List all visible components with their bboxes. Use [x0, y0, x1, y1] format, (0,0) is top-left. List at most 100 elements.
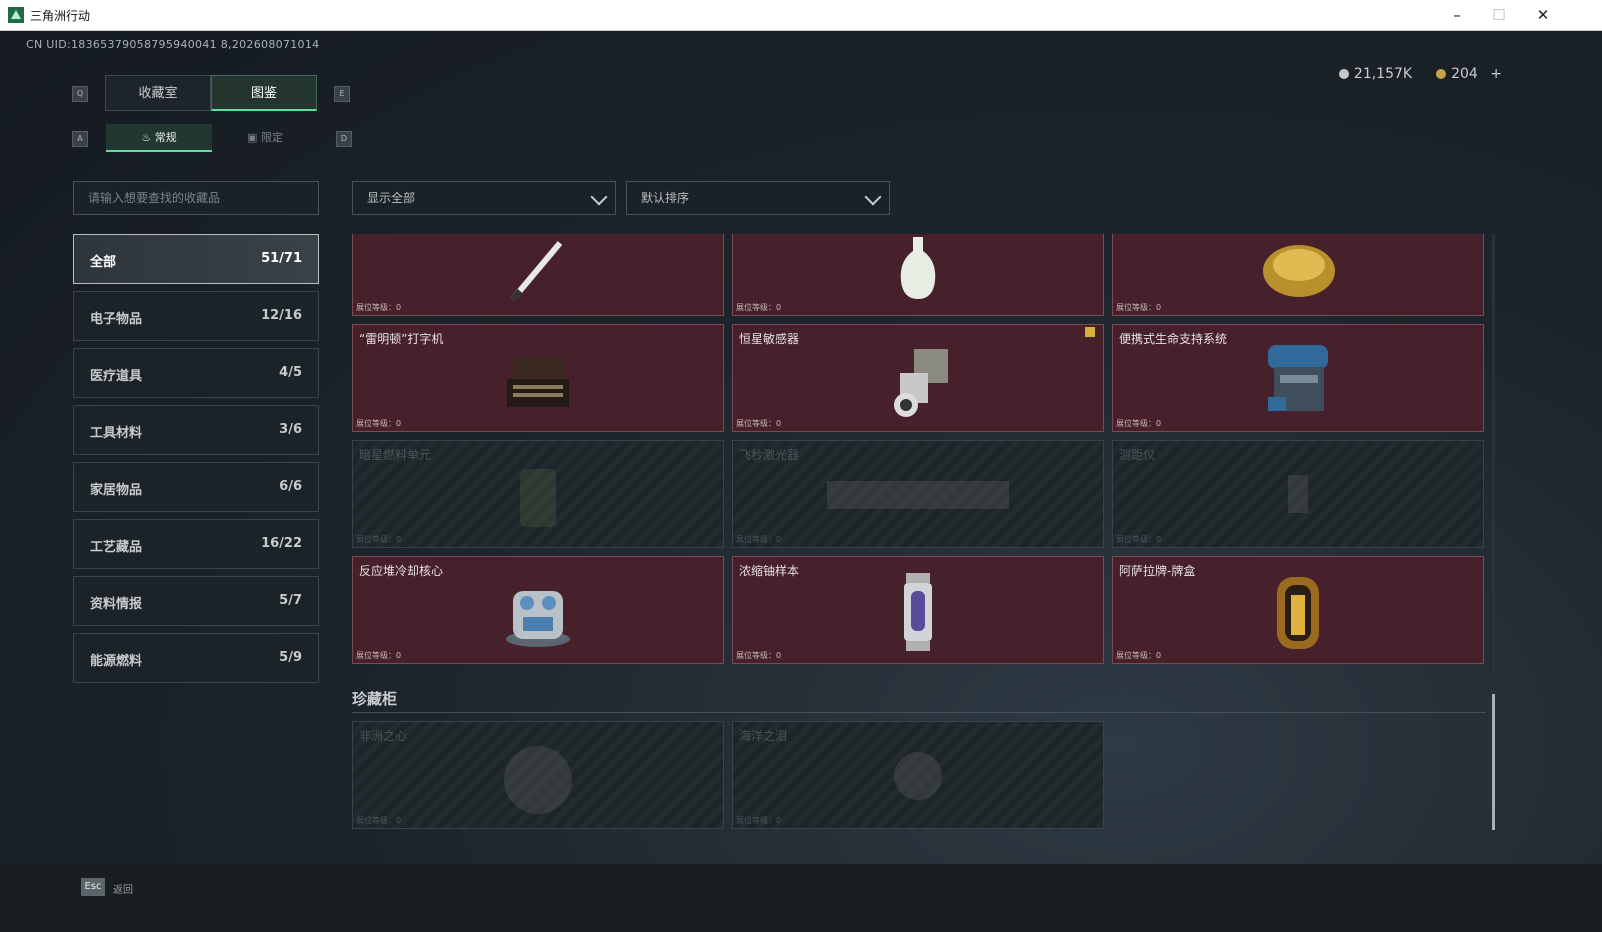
gold-amount: 204 — [1451, 66, 1478, 82]
key-hint-e: E — [334, 86, 350, 102]
bottle-icon: ♨ — [141, 131, 152, 144]
category-crafts[interactable]: 工艺藏品 16/22 — [73, 519, 319, 569]
subtab-regular-label: 常规 — [154, 131, 177, 144]
booth-level: 展位等级：0 — [356, 535, 402, 544]
booth-level: 展位等级：0 — [356, 419, 402, 428]
currency-bar: 21,157K 204 + — [1338, 66, 1502, 82]
booth-level: 展位等级：0 — [736, 816, 782, 825]
category-count: 5/9 — [279, 650, 302, 665]
booth-level: 展位等级：0 — [356, 816, 402, 825]
card-name: 飞秒激光器 — [739, 448, 800, 462]
category-count: 5/7 — [279, 593, 302, 608]
category-household[interactable]: 家居物品 6/6 — [73, 462, 319, 512]
category-count: 16/22 — [261, 536, 302, 551]
app-logo-icon — [8, 7, 24, 23]
booth-level: 展位等级：0 — [356, 303, 402, 312]
card-box-icon — [1277, 577, 1319, 649]
collection-card[interactable]: 展位等级：0 — [352, 234, 724, 316]
scrollbar-thumb[interactable] — [1492, 694, 1495, 830]
treasure-card-locked[interactable]: 非洲之心 展位等级：0 — [352, 721, 724, 829]
star-sensor-icon — [894, 349, 948, 417]
search-input[interactable]: 请输入想要查找的收藏品 — [73, 181, 319, 215]
silver-coin-icon — [1338, 69, 1349, 79]
treasure-card-locked[interactable]: 海洋之泪 展位等级：0 — [732, 721, 1104, 829]
collection-card[interactable]: 便携式生命支持系统 展位等级：0 — [1112, 324, 1484, 432]
sort-dropdown[interactable]: 默认排序 — [626, 181, 890, 215]
collection-card-locked[interactable]: 飞秒激光器 展位等级：0 — [732, 440, 1104, 548]
chevron-down-icon — [590, 188, 608, 206]
category-intel[interactable]: 资料情报 5/7 — [73, 576, 319, 626]
category-label: 医疗道具 — [90, 369, 143, 384]
tab-codex[interactable]: 图鉴 — [211, 75, 317, 111]
tab-collection-room[interactable]: 收藏室 — [105, 75, 211, 111]
collection-grid: 展位等级：0 展位等级：0 展位等级：0 “雷明顿”打字机 展位等级：0 恒星敏… — [352, 234, 1486, 830]
card-name: 阿萨拉牌-牌盒 — [1119, 564, 1196, 578]
category-tools[interactable]: 工具材料 3/6 — [73, 405, 319, 455]
rangefinder-icon — [1288, 475, 1308, 513]
category-electronics[interactable]: 电子物品 12/16 — [73, 291, 319, 341]
card-name: 反应堆冷却核心 — [359, 564, 444, 578]
minimize-button[interactable]: – — [1442, 4, 1472, 26]
card-name: 浓缩铀样本 — [739, 564, 800, 578]
category-energy[interactable]: 能源燃料 5/9 — [73, 633, 319, 683]
esc-key-hint[interactable]: Esc — [81, 878, 105, 896]
window-title: 三角洲行动 — [30, 9, 91, 23]
gold-currency: 204 + — [1436, 66, 1502, 82]
category-label: 工具材料 — [90, 426, 143, 441]
booth-level: 展位等级：0 — [1116, 419, 1162, 428]
collection-card[interactable]: 展位等级：0 — [732, 234, 1104, 316]
card-name: “雷明顿”打字机 — [359, 332, 444, 346]
silver-amount: 21,157K — [1353, 66, 1413, 82]
collection-card[interactable]: 反应堆冷却核心 展位等级：0 — [352, 556, 724, 664]
gold-coin-icon — [1436, 69, 1447, 79]
filter-value: 显示全部 — [367, 191, 416, 205]
category-all[interactable]: 全部 51/71 — [73, 234, 319, 284]
tear-gem-icon — [894, 752, 942, 800]
laser-icon — [827, 481, 1009, 509]
back-button[interactable]: 返回 — [113, 881, 133, 896]
collection-card[interactable]: 阿萨拉牌-牌盒 展位等级：0 — [1112, 556, 1484, 664]
collection-card-locked[interactable]: 测距仪 展位等级：0 — [1112, 440, 1484, 548]
card-name: 暗星燃料单元 — [359, 448, 432, 462]
card-name: 测距仪 — [1119, 448, 1156, 462]
subtab-limited-label: 限定 — [260, 131, 283, 144]
user-uid: CN UID:18365379058795940041 8,2026080710… — [26, 38, 320, 51]
card-name: 便携式生命支持系统 — [1119, 332, 1228, 346]
category-label: 全部 — [90, 255, 117, 270]
booth-level: 展位等级：0 — [736, 419, 782, 428]
booth-level: 展位等级：0 — [1116, 651, 1162, 660]
card-name: 海洋之泪 — [739, 729, 788, 743]
subtab-regular[interactable]: ♨ 常规 — [106, 124, 212, 152]
chevron-down-icon — [864, 188, 882, 206]
category-count: 51/71 — [261, 251, 302, 266]
collection-card-locked[interactable]: 暗星燃料单元 展位等级：0 — [352, 440, 724, 548]
collection-card[interactable]: 浓缩铀样本 展位等级：0 — [732, 556, 1104, 664]
category-label: 家居物品 — [90, 483, 143, 498]
subtab-limited[interactable]: ▣ 限定 — [212, 124, 318, 152]
key-hint-a: A — [72, 131, 88, 147]
category-count: 6/6 — [279, 479, 302, 494]
silver-currency: 21,157K — [1338, 66, 1413, 82]
collection-card[interactable]: “雷明顿”打字机 展位等级：0 — [352, 324, 724, 432]
uranium-sample-icon — [904, 573, 932, 651]
booth-level: 展位等级：0 — [736, 303, 782, 312]
close-button[interactable]: ✕ — [1528, 4, 1558, 26]
footer-bar — [0, 864, 1602, 932]
category-label: 电子物品 — [90, 312, 143, 327]
typewriter-icon — [507, 357, 569, 407]
gem-icon — [504, 746, 572, 814]
category-label: 工艺藏品 — [90, 540, 143, 555]
booth-level: 展位等级：0 — [1116, 535, 1162, 544]
vase-icon — [900, 237, 936, 299]
sort-value: 默认排序 — [641, 191, 690, 205]
card-name: 非洲之心 — [359, 729, 408, 743]
key-hint-q: Q — [72, 86, 88, 102]
filter-dropdown[interactable]: 显示全部 — [352, 181, 616, 215]
collection-card[interactable]: 展位等级：0 — [1112, 234, 1484, 316]
fuel-cell-icon — [520, 469, 556, 527]
add-currency-button[interactable]: + — [1490, 66, 1502, 82]
maximize-button[interactable]: ☐ — [1484, 4, 1514, 26]
image-icon: ▣ — [247, 131, 258, 144]
category-medical[interactable]: 医疗道具 4/5 — [73, 348, 319, 398]
collection-card[interactable]: 恒星敏感器 展位等级：0 — [732, 324, 1104, 432]
